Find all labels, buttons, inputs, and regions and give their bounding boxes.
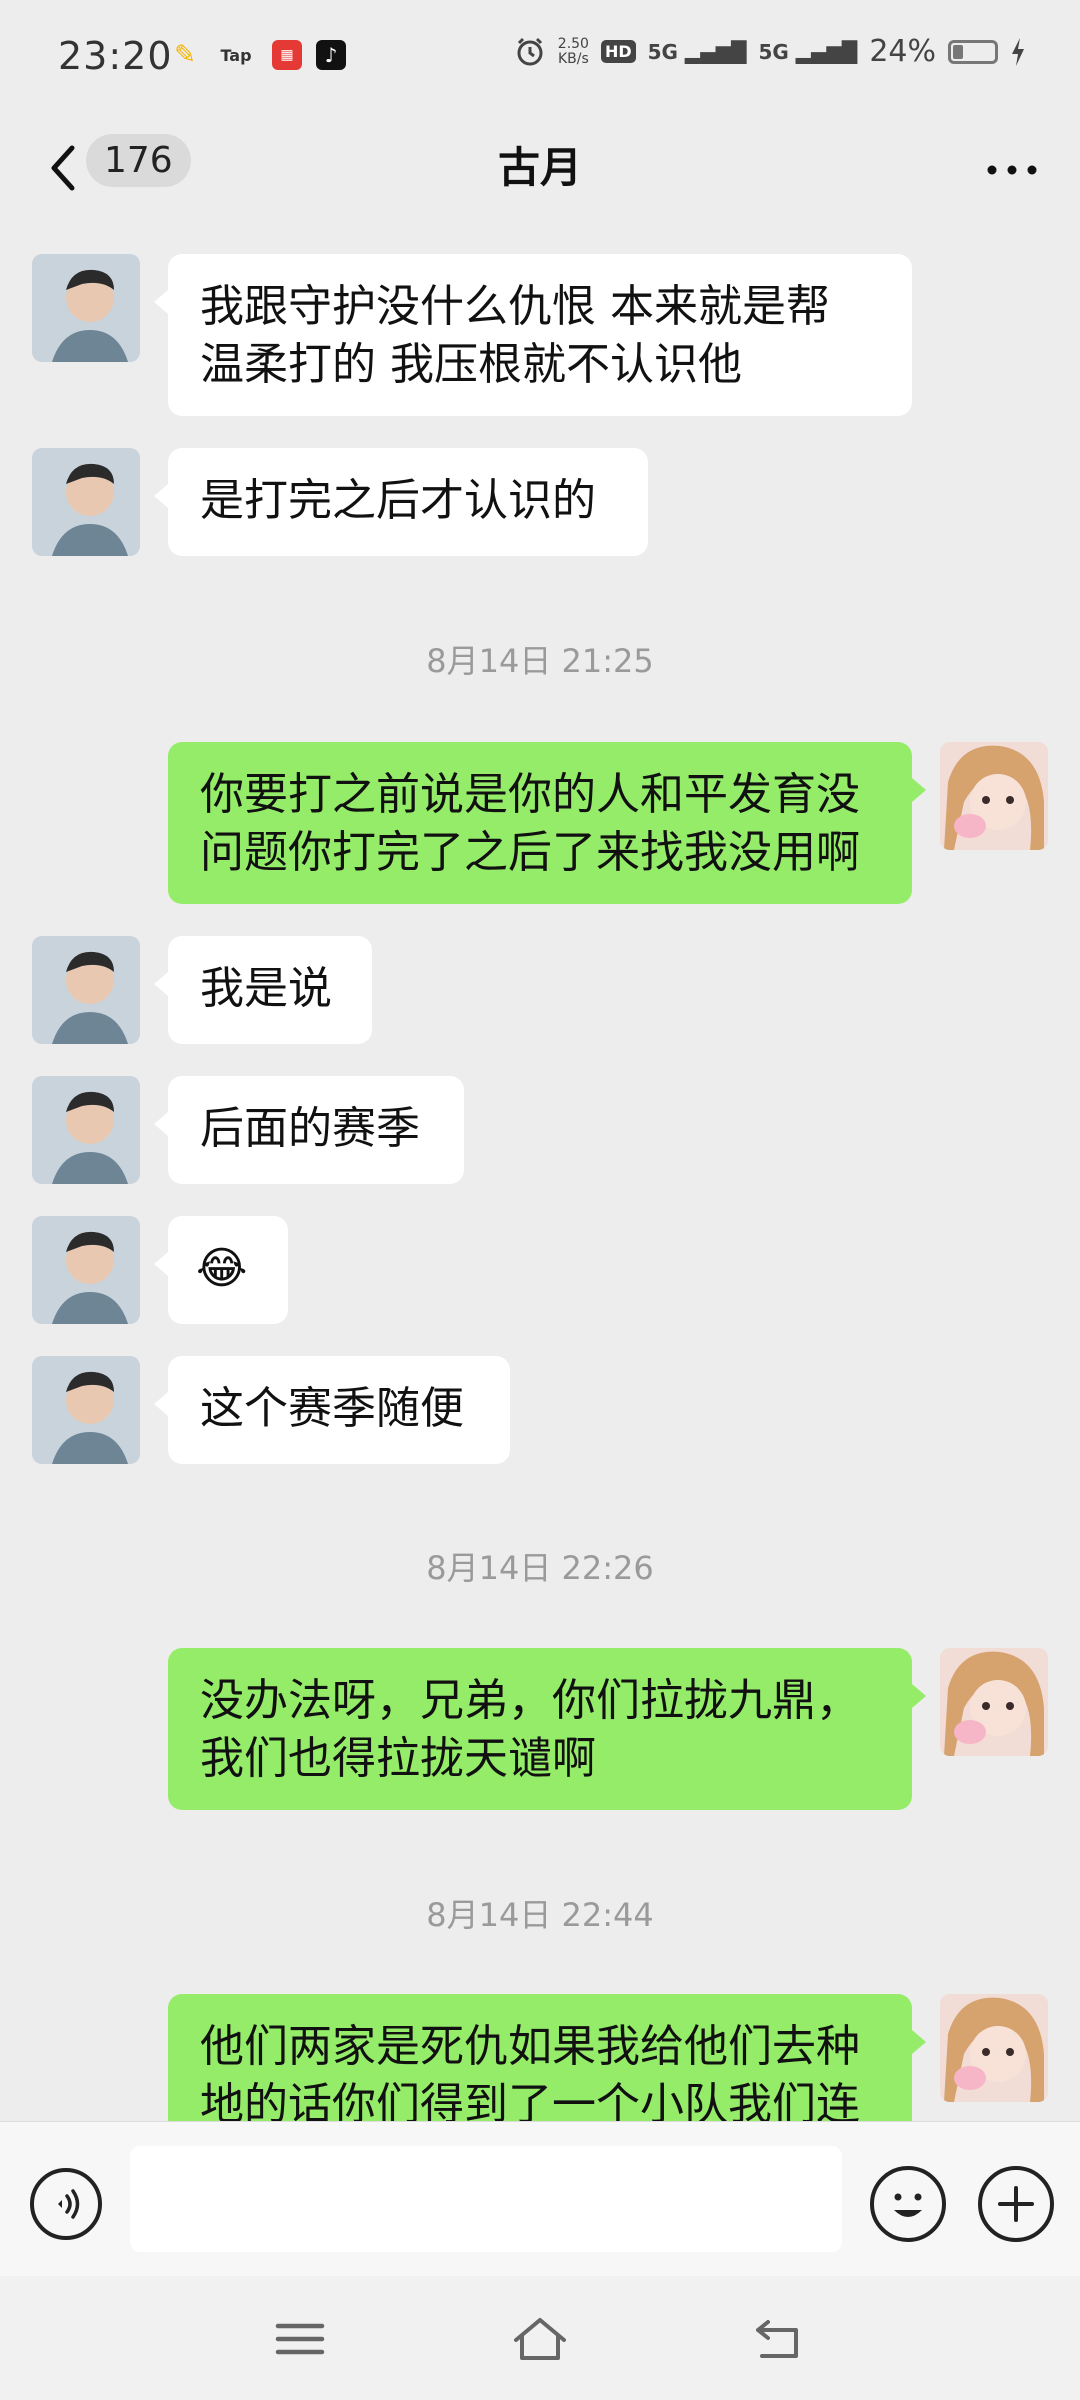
contact-avatar[interactable]	[32, 1356, 140, 1464]
message-list[interactable]: 我跟守护没什么仇恨 本来就是帮 温柔打的 我压根就不认识他 是打完之后才认识的 …	[0, 224, 1080, 2121]
message-bubble[interactable]: 你要打之前说是你的人和平发育没 问题你打完了之后了来找我没用啊	[168, 742, 926, 904]
hd-icon: HD	[600, 40, 636, 63]
network-speed: 2.50 KB/s	[557, 35, 589, 67]
my-avatar[interactable]	[940, 742, 1048, 850]
message-bubble[interactable]: 我是说	[154, 936, 372, 1044]
taptap-icon: Tap	[220, 45, 252, 65]
contact-avatar[interactable]	[32, 448, 140, 556]
contact-avatar[interactable]	[32, 254, 140, 362]
message-bubble[interactable]: 😂	[154, 1216, 288, 1324]
charging-icon	[1012, 37, 1024, 66]
voice-icon[interactable]	[30, 2168, 102, 2240]
plus-icon[interactable]	[978, 2166, 1054, 2242]
home-icon[interactable]	[510, 2314, 570, 2364]
app-notification-icon: ✎	[174, 40, 196, 70]
emoji-icon[interactable]	[870, 2166, 946, 2242]
timestamp: 8月14日 22:44	[426, 1896, 654, 1934]
timestamp: 8月14日 22:26	[426, 1549, 654, 1587]
chat-header: 176 古月	[0, 118, 1080, 224]
back-arrow-icon[interactable]	[750, 2314, 810, 2364]
timestamp: 8月14日 21:25	[426, 642, 654, 680]
message-input[interactable]	[130, 2146, 842, 2252]
alarm-icon	[517, 37, 543, 65]
message-bubble[interactable]: 没办法呀，兄弟，你们拉拢九鼎， 我们也得拉拢天谴啊	[168, 1648, 926, 1810]
menu-icon[interactable]	[270, 2314, 330, 2364]
notification-icons: ✎ Tap ▦ ♪	[170, 40, 346, 70]
input-bar	[0, 2121, 1080, 2277]
my-avatar[interactable]	[940, 1648, 1048, 1756]
chat-title: 古月	[497, 143, 582, 192]
contact-avatar[interactable]	[32, 1216, 140, 1324]
status-bar: 23:20 ✎ Tap ▦ ♪ 2.50 KB/s HD 5G ▂▄▆█ 5G …	[0, 0, 1080, 118]
contact-avatar[interactable]	[32, 936, 140, 1044]
status-right: 2.50 KB/s HD 5G ▂▄▆█ 5G ▂▄▆█ 24%	[514, 34, 1026, 69]
contact-avatar[interactable]	[32, 1076, 140, 1184]
message-bubble[interactable]: 他们两家是死仇如果我给他们去种 地的话你们得到了一个小队我们连	[168, 1994, 926, 2121]
game-app-icon: ▦	[272, 40, 302, 70]
tiktok-icon: ♪	[316, 40, 346, 70]
battery-percent: 24%	[869, 34, 936, 69]
signal-icon-2: 5G ▂▄▆█	[758, 39, 858, 64]
message-bubble[interactable]: 我跟守护没什么仇恨 本来就是帮 温柔打的 我压根就不认识他	[154, 254, 912, 416]
status-time: 23:20	[58, 34, 173, 78]
battery-icon	[948, 39, 998, 64]
more-dots-icon[interactable]	[982, 140, 1042, 200]
my-avatar[interactable]	[940, 1994, 1048, 2102]
message-bubble[interactable]: 是打完之后才认识的	[154, 448, 648, 556]
system-nav-bar	[0, 2276, 1080, 2400]
signal-icon: 5G ▂▄▆█	[647, 39, 747, 64]
message-bubble[interactable]: 后面的赛季	[154, 1076, 464, 1184]
message-bubble[interactable]: 这个赛季随便	[154, 1356, 510, 1464]
crying-laughing-emoji: 😂	[196, 1243, 248, 1294]
